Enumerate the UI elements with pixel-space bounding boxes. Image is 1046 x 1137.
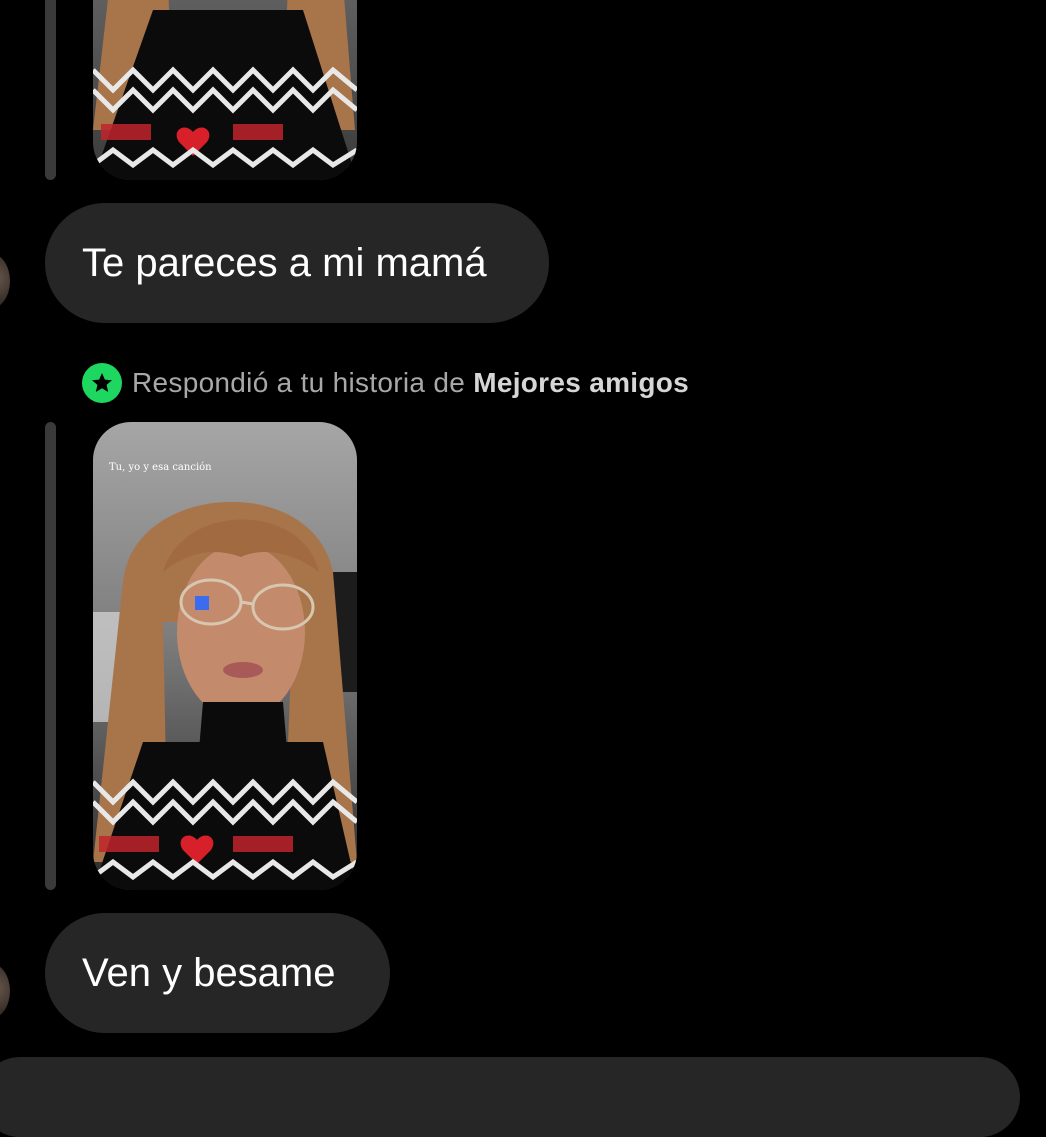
- story-photo: [93, 0, 357, 180]
- message-text: Ven y besame: [82, 950, 336, 995]
- sender-avatar[interactable]: [0, 963, 10, 1019]
- star-icon: [82, 363, 122, 403]
- message-composer[interactable]: [0, 1057, 1020, 1137]
- message-bubble[interactable]: Te pareces a mi mamá: [45, 203, 549, 323]
- story-reply-bar: [45, 0, 56, 180]
- message-text: Te pareces a mi mamá: [82, 240, 487, 285]
- story-reply-label: Respondió a tu historia de Mejores amigo…: [82, 363, 689, 403]
- story-reply-prefix: Respondió a tu historia de: [132, 367, 474, 398]
- story-thumbnail-top[interactable]: [93, 0, 357, 180]
- story-thumbnail[interactable]: Tu, yo y esa canción: [93, 422, 357, 890]
- sender-avatar[interactable]: [0, 253, 10, 309]
- story-caption: Tu, yo y esa canción: [109, 462, 212, 473]
- story-reply-bar: [45, 422, 56, 890]
- close-friends-label: Mejores amigos: [473, 367, 690, 398]
- story-photo: [93, 422, 357, 890]
- message-bubble[interactable]: Ven y besame: [45, 913, 390, 1033]
